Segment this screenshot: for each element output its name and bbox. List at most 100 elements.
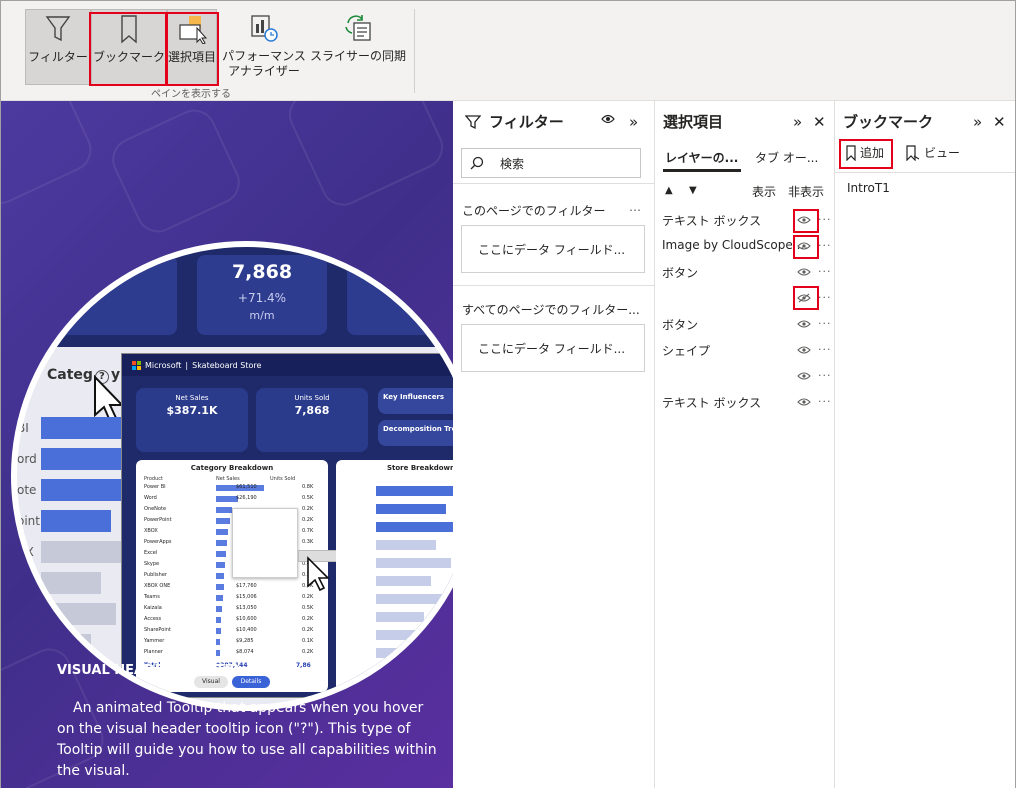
category-row-product: Kaizala	[144, 605, 162, 611]
filter-pane-button[interactable]: フィルター	[25, 9, 91, 85]
layer-more-button[interactable]: ···	[818, 343, 832, 356]
layer-more-button[interactable]: ···	[818, 395, 832, 408]
category-row-units: 0.5K	[302, 605, 314, 611]
side-bar	[41, 603, 116, 625]
active-tab-underline	[663, 169, 741, 172]
category-row-units: 0.2K	[302, 627, 314, 633]
category-row-net-sales: $26,190	[236, 495, 257, 501]
layer-item[interactable]: テキスト ボックス	[662, 212, 761, 229]
category-row-units: 0.2K	[302, 649, 314, 655]
category-row-bar	[216, 518, 230, 524]
visual-header-title: VISUAL HEADER TOOLTIP	[57, 663, 239, 678]
category-row-units: 0.5K	[302, 495, 314, 501]
tab-tab-order[interactable]: タブ オー...	[755, 149, 818, 166]
store-bar	[376, 576, 431, 586]
category-row-product: PowerApps	[144, 539, 172, 545]
collapse-pane-icon[interactable]: »	[973, 113, 982, 131]
filter-search-placeholder: 検索	[500, 156, 525, 171]
collapse-pane-icon[interactable]: »	[793, 113, 802, 131]
performance-analyzer-label-line2: アナライザー	[228, 64, 300, 78]
side-bar	[41, 510, 111, 532]
move-down-icon[interactable]: ▼	[689, 185, 697, 196]
page-filters-more-button[interactable]: …	[629, 200, 641, 214]
category-row-product: Publisher	[144, 572, 167, 578]
eye-icon[interactable]	[797, 319, 811, 329]
category-row-units: 0.2K	[302, 517, 314, 523]
collapse-pane-icon[interactable]: »	[629, 113, 638, 131]
layer-item[interactable]: Image by CloudScope ...	[662, 238, 808, 252]
category-row-net-sales: $10,600	[236, 616, 257, 622]
show-all-button[interactable]: 表示	[752, 183, 776, 200]
eye-icon[interactable]	[601, 113, 615, 125]
category-row-bar	[216, 540, 227, 546]
page-filters-drop-well[interactable]: ここにデータ フィールド...	[461, 225, 645, 273]
all-pages-filters-drop-well[interactable]: ここにデータ フィールド...	[461, 324, 645, 372]
layer-more-button[interactable]: ···	[818, 317, 832, 330]
category-breakdown-visual: Category Breakdown Product Net Sales Uni…	[136, 460, 356, 692]
kpi-strip: 7,868 +71.4% m/m	[17, 247, 475, 347]
side-bar-label: ote	[17, 483, 37, 497]
eye-icon[interactable]	[797, 267, 811, 277]
category-row-units: 0.2K	[302, 506, 314, 512]
background-tile	[105, 102, 247, 240]
category-breakdown-title: Category Breakdown	[190, 464, 274, 472]
category-row-bar	[216, 617, 221, 623]
category-row-units: 0.1K	[302, 638, 314, 644]
close-icon[interactable]: ✕	[813, 113, 826, 131]
category-row-net-sales: $17,760	[236, 583, 257, 589]
eye-icon[interactable]	[797, 371, 811, 381]
tab-layer-order[interactable]: レイヤーの...	[665, 149, 738, 166]
layer-item[interactable]: ボタン	[662, 264, 698, 281]
net-sales-value: $387.1K	[166, 404, 218, 417]
side-bar-label: BI	[17, 421, 29, 435]
layer-more-button[interactable]: ···	[818, 265, 832, 278]
eye-icon[interactable]	[797, 397, 811, 407]
ribbon-group-label: ペインを表示する	[151, 89, 231, 100]
bookmark-button-highlight	[89, 12, 167, 86]
layer-item[interactable]: シェイプ	[662, 342, 710, 359]
category-row-net-sales: $10,400	[236, 627, 257, 633]
net-sales-card: Net Sales $387.1K	[136, 388, 248, 452]
close-icon[interactable]: ✕	[993, 113, 1006, 131]
layer-item[interactable]: テキスト ボックス	[662, 394, 761, 411]
inner-report: Microsoft | Skateboard Store Net Sales $38…	[121, 353, 475, 698]
eye-icon[interactable]	[797, 345, 811, 355]
layer-more-button[interactable]: ···	[818, 213, 832, 226]
category-row-product: Access	[144, 616, 162, 622]
filter-search-input[interactable]: 検索	[461, 148, 641, 178]
visual-header-description: An animated Tooltip that appears when yo…	[57, 700, 437, 779]
store-bar	[376, 504, 446, 514]
bookmark-item[interactable]: IntroT1	[847, 181, 890, 195]
performance-analyzer-label: パフォーマンス	[222, 49, 306, 63]
selection-button-highlight	[166, 12, 219, 86]
category-row-net-sales: $61,510	[236, 484, 257, 490]
filter-icon	[465, 115, 481, 130]
category-row-product: Teams	[144, 594, 160, 600]
category-row-product: Yammer	[144, 638, 165, 644]
side-bar	[41, 634, 91, 656]
side-bar-label: oint	[17, 514, 40, 528]
hide-all-button[interactable]: 非表示	[788, 183, 824, 200]
layer-item[interactable]: ボタン	[662, 316, 698, 333]
ribbon-toolbar: フィルター ブックマーク 選択項目 パフォーマンス アナライザー スライサーの同…	[1, 1, 1015, 101]
move-up-icon[interactable]: ▲	[665, 185, 673, 196]
layer-more-button[interactable]: ···	[818, 239, 832, 252]
category-row-net-sales: $8,074	[236, 649, 254, 655]
category-row-product: XBOX	[144, 528, 158, 534]
eye-highlight	[793, 286, 819, 310]
view-bookmark-button[interactable]: ビュー	[905, 144, 960, 161]
sync-slicers-button[interactable]: スライサーの同期	[309, 9, 407, 85]
category-row-product: Word	[144, 495, 157, 501]
category-row-bar	[216, 584, 224, 590]
bookmark-pane-title: ブックマーク	[843, 113, 934, 131]
side-bar-label: ord	[17, 452, 37, 466]
filter-pane-button-label: フィルター	[28, 50, 88, 64]
layer-more-button[interactable]: ···	[818, 291, 832, 304]
layer-more-button[interactable]: ···	[818, 369, 832, 382]
category-row-bar	[216, 529, 228, 535]
side-bar-label: OX	[17, 545, 34, 559]
units-sold-label: Units Sold	[294, 394, 330, 402]
side-bar	[41, 448, 121, 470]
performance-analyzer-button[interactable]: パフォーマンス アナライザー	[219, 9, 309, 85]
units-sold-card: Units Sold 7,868	[256, 388, 368, 452]
